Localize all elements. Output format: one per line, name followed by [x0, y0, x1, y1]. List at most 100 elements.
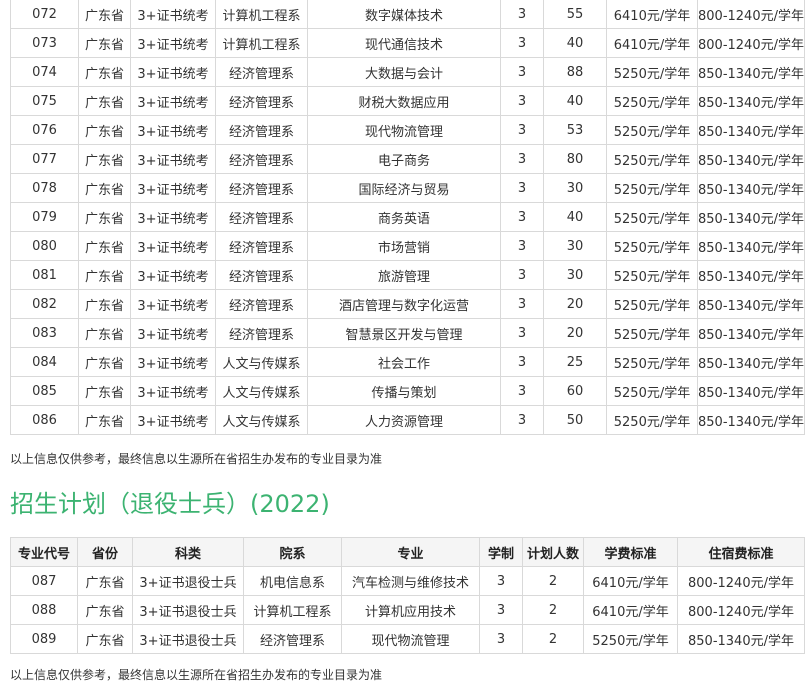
table-cell: 3+证书统考 [130, 405, 216, 435]
column-header: 省份 [77, 537, 133, 567]
table-row: 089 广东省 3+证书退役士兵 经济管理系 现代物流管理 3 2 5250元/学年 850-1… [10, 624, 805, 654]
table-cell: 5250元/学年 [606, 289, 698, 319]
table-row: 078 广东省 3+证书统考 经济管理系 国际经济与贸易 3 30 5250元/学年 850-1… [10, 173, 805, 203]
table-cell: 3+证书统考 [130, 289, 216, 319]
table-cell: 传播与策划 [307, 376, 501, 406]
table-cell: 广东省 [78, 376, 131, 406]
table-cell: 5250元/学年 [606, 260, 698, 290]
table-cell: 60 [543, 376, 607, 406]
table-cell: 20 [543, 318, 607, 348]
table-cell: 076 [10, 115, 79, 145]
table-cell: 经济管理系 [215, 289, 308, 319]
table-cell: 087 [10, 566, 78, 596]
table-cell: 850-1340元/学年 [697, 144, 805, 174]
table-row: 082 广东省 3+证书统考 经济管理系 酒店管理与数字化运营 3 20 5250元/学年 85… [10, 289, 805, 319]
table-cell: 5250元/学年 [606, 86, 698, 116]
section-title: 招生计划（退役士兵）(2022) [10, 490, 330, 518]
table-cell: 3 [500, 318, 544, 348]
table-cell: 机电信息系 [243, 566, 342, 596]
table-cell: 广东省 [78, 347, 131, 377]
table-cell: 财税大数据应用 [307, 86, 501, 116]
disclaimer-note: 以上信息仅供参考，最终信息以生源所在省招生办发布的专业目录为准 [10, 452, 383, 466]
table-cell: 3 [479, 595, 523, 625]
table-cell: 现代通信技术 [307, 28, 501, 58]
table-cell: 5250元/学年 [606, 347, 698, 377]
table-cell: 5250元/学年 [606, 57, 698, 87]
table-cell: 3 [500, 260, 544, 290]
table-cell: 5250元/学年 [606, 115, 698, 145]
table-cell: 3 [500, 0, 544, 29]
table-cell: 广东省 [78, 318, 131, 348]
table-cell: 850-1340元/学年 [697, 57, 805, 87]
table-cell: 078 [10, 173, 79, 203]
table-cell: 6410元/学年 [583, 595, 678, 625]
table-cell: 酒店管理与数字化运营 [307, 289, 501, 319]
table-cell: 5250元/学年 [606, 376, 698, 406]
table-cell: 40 [543, 86, 607, 116]
table-cell: 3+证书统考 [130, 28, 216, 58]
table-cell: 广东省 [77, 624, 133, 654]
table-row: 075 广东省 3+证书统考 经济管理系 财税大数据应用 3 40 5250元/学年 850-1… [10, 86, 805, 116]
table-cell: 850-1340元/学年 [677, 624, 805, 654]
table-cell: 089 [10, 624, 78, 654]
table-cell: 800-1240元/学年 [697, 28, 805, 58]
table-cell: 人文与传媒系 [215, 376, 308, 406]
table-cell: 3+证书统考 [130, 231, 216, 261]
table-cell: 30 [543, 173, 607, 203]
table-cell: 3+证书统考 [130, 57, 216, 87]
enrollment-table-main: 072 广东省 3+证书统考 计算机工程系 数字媒体技术 3 55 6410元/学年 800-1… [10, 0, 805, 435]
table-cell: 084 [10, 347, 79, 377]
table-cell: 智慧景区开发与管理 [307, 318, 501, 348]
table-cell: 3+证书统考 [130, 260, 216, 290]
table-cell: 30 [543, 260, 607, 290]
table-cell: 850-1340元/学年 [697, 86, 805, 116]
table-cell: 广东省 [78, 202, 131, 232]
table-cell: 3 [500, 376, 544, 406]
table-cell: 3+证书统考 [130, 0, 216, 29]
table-cell: 3 [500, 173, 544, 203]
table-cell: 55 [543, 0, 607, 29]
table-cell: 2 [522, 595, 584, 625]
table-cell: 5250元/学年 [606, 202, 698, 232]
table-cell: 大数据与会计 [307, 57, 501, 87]
enrollment-table-veterans: 专业代号 省份 科类 院系 专业 学制 计划人数 学费标准 住宿费标准 087 广东省 3+证书退役… [10, 537, 805, 654]
table-cell: 5250元/学年 [583, 624, 678, 654]
table-cell: 3+证书统考 [130, 202, 216, 232]
table-cell: 汽车检测与维修技术 [341, 566, 480, 596]
column-header: 专业 [341, 537, 480, 567]
table-cell: 广东省 [78, 289, 131, 319]
table-cell: 53 [543, 115, 607, 145]
table-cell: 广东省 [78, 0, 131, 29]
table-cell: 083 [10, 318, 79, 348]
table-cell: 广东省 [78, 28, 131, 58]
table-cell: 800-1240元/学年 [677, 595, 805, 625]
table-cell: 3+证书统考 [130, 115, 216, 145]
table-cell: 计算机应用技术 [341, 595, 480, 625]
column-header: 住宿费标准 [677, 537, 805, 567]
table-cell: 3+证书退役士兵 [132, 624, 244, 654]
table-cell: 5250元/学年 [606, 231, 698, 261]
table-cell: 广东省 [77, 566, 133, 596]
table-row: 074 广东省 3+证书统考 经济管理系 大数据与会计 3 88 5250元/学年 850-13… [10, 57, 805, 87]
table-cell: 5250元/学年 [606, 405, 698, 435]
table-cell: 广东省 [78, 144, 131, 174]
table-cell: 30 [543, 231, 607, 261]
table-header-row: 专业代号 省份 科类 院系 专业 学制 计划人数 学费标准 住宿费标准 [10, 537, 805, 567]
table-cell: 经济管理系 [215, 173, 308, 203]
table-cell: 6410元/学年 [583, 566, 678, 596]
table-row: 084 广东省 3+证书统考 人文与传媒系 社会工作 3 25 5250元/学年 850-134… [10, 347, 805, 377]
table-cell: 经济管理系 [243, 624, 342, 654]
table-cell: 人文与传媒系 [215, 405, 308, 435]
table-cell: 3 [479, 566, 523, 596]
table-cell: 850-1340元/学年 [697, 260, 805, 290]
table-cell: 88 [543, 57, 607, 87]
table-cell: 3 [500, 115, 544, 145]
table-cell: 073 [10, 28, 79, 58]
table-cell: 081 [10, 260, 79, 290]
table-cell: 850-1340元/学年 [697, 202, 805, 232]
table-cell: 850-1340元/学年 [697, 231, 805, 261]
table-cell: 088 [10, 595, 78, 625]
table-cell: 6410元/学年 [606, 0, 698, 29]
table-cell: 经济管理系 [215, 318, 308, 348]
table-row: 073 广东省 3+证书统考 计算机工程系 现代通信技术 3 40 6410元/学年 800-1… [10, 28, 805, 58]
